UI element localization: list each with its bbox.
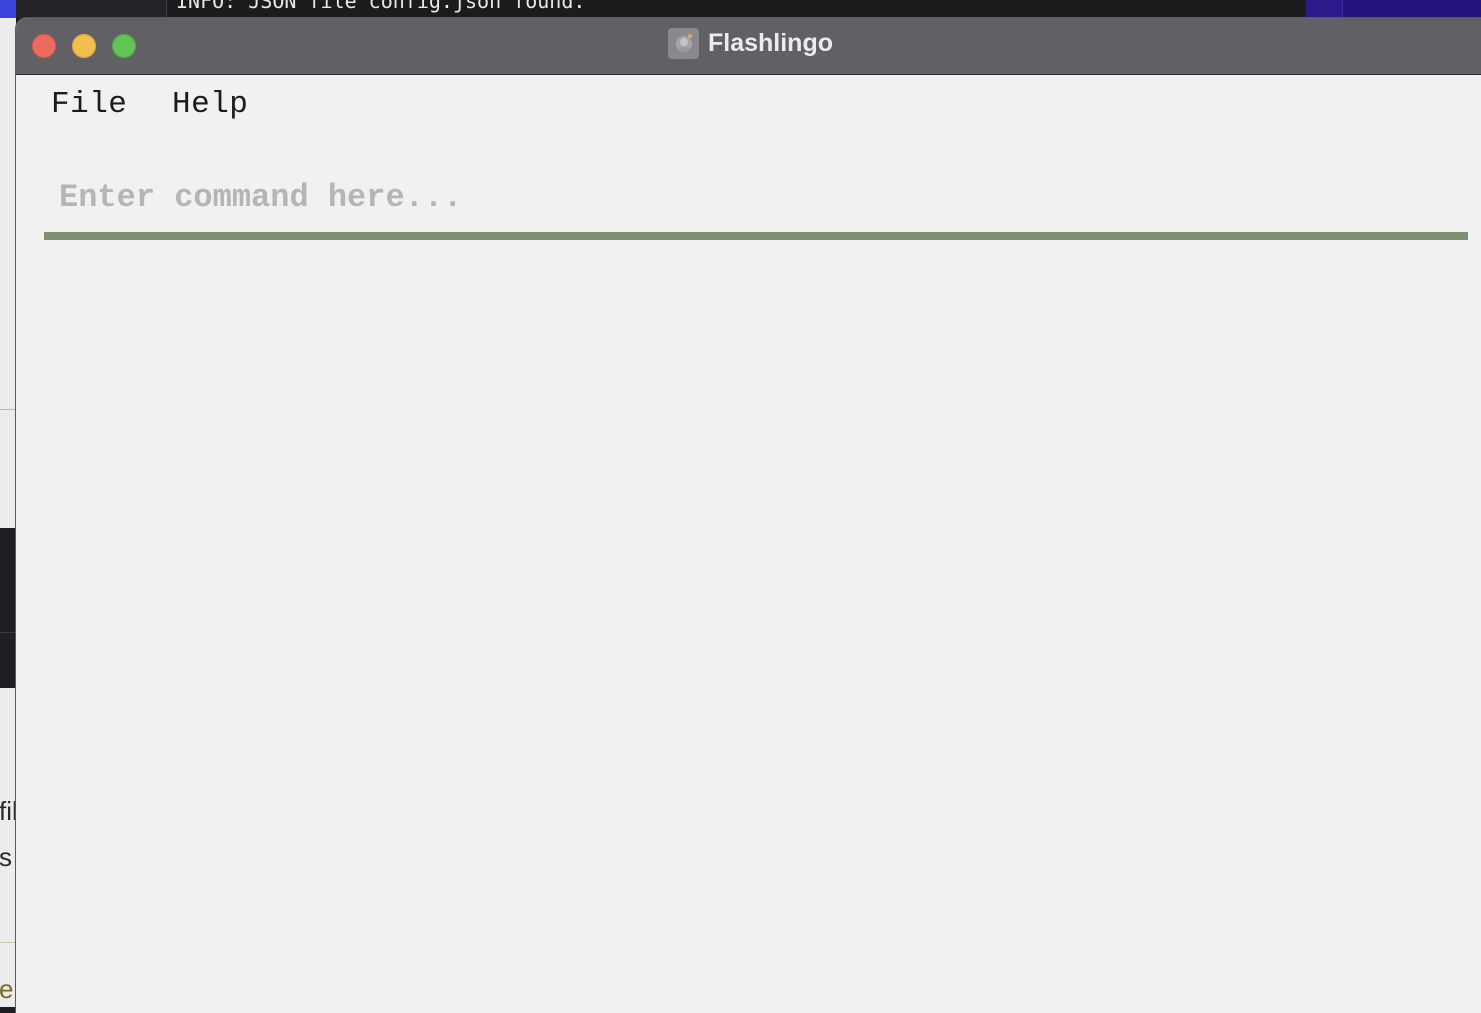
window-title-group: Flashlingo <box>668 27 833 59</box>
background-text-fragment: e <box>0 974 14 1004</box>
background-dark-panel <box>0 528 16 688</box>
background-text-fragment: s <box>0 842 12 872</box>
close-window-button[interactable] <box>32 34 56 58</box>
command-input-underline <box>44 232 1468 240</box>
background-accent <box>0 0 16 18</box>
background-terminal-gutter <box>16 0 167 18</box>
menu-file[interactable]: File <box>51 87 127 122</box>
menu-help[interactable]: Help <box>172 87 248 122</box>
command-box <box>44 162 1468 240</box>
menu-bar: File Help <box>16 75 1481 135</box>
app-window: Flashlingo File Help <box>16 18 1481 1013</box>
background-terminal-log-line: INFO: JSON file config.json found. <box>176 0 586 13</box>
command-input[interactable] <box>44 162 1468 232</box>
title-bar[interactable]: Flashlingo <box>16 18 1481 75</box>
background-divider <box>0 409 16 410</box>
app-icon <box>668 27 699 59</box>
flashlingo-logo-icon <box>675 34 692 52</box>
minimize-window-button[interactable] <box>72 34 96 58</box>
background-divider <box>0 942 16 943</box>
background-divider <box>0 632 16 633</box>
maximize-window-button[interactable] <box>112 34 136 58</box>
background-right-panel-inner <box>1342 0 1481 18</box>
window-title: Flashlingo <box>708 28 833 57</box>
